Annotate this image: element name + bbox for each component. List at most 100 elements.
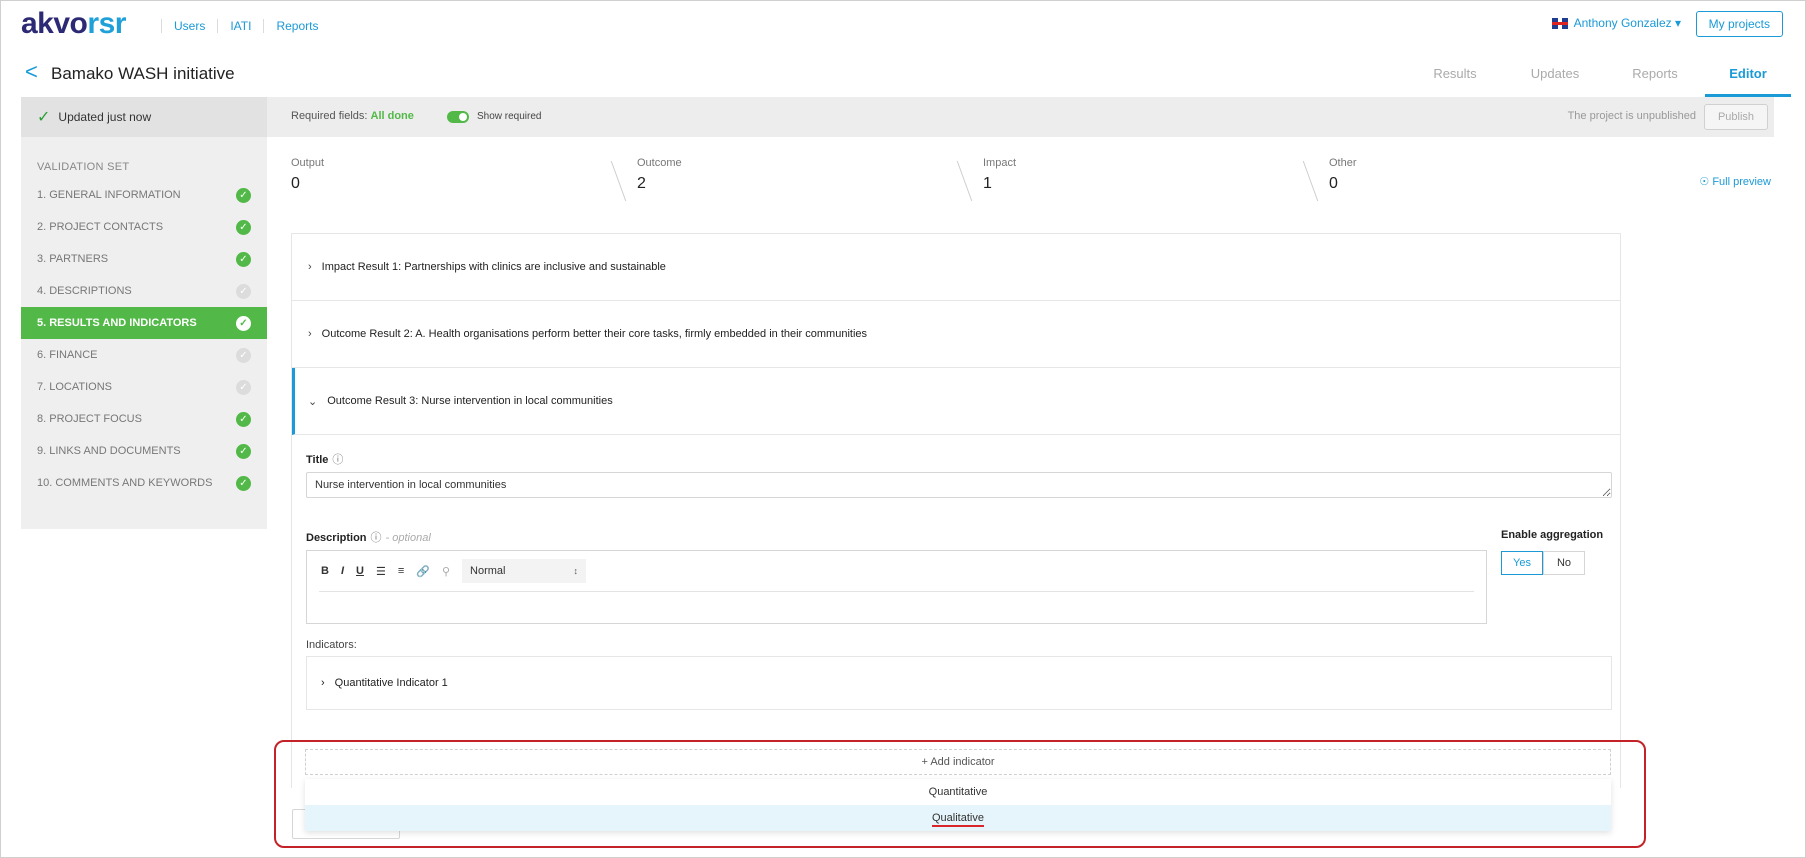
sidebar-item-label: 5. RESULTS AND INDICATORS [37, 317, 197, 329]
underline-icon[interactable]: U [356, 565, 364, 577]
enable-aggregation-label: Enable aggregation [1501, 529, 1604, 541]
menu-item-qualitative[interactable]: Qualitative [305, 805, 1611, 831]
description-label: Description ⓘ - optional [306, 529, 431, 545]
sidebar-item-locations[interactable]: 7. LOCATIONS ✓ [21, 371, 267, 403]
count-output: Output 0 [291, 157, 324, 193]
user-name: Anthony Gonzalez ▾ [1573, 16, 1681, 30]
sidebar-item-label: 2. PROJECT CONTACTS [37, 221, 164, 233]
numbered-list-icon[interactable]: ≡ [398, 565, 404, 577]
indicator-type-menu: Quantitative Qualitative [305, 779, 1611, 831]
title-label-text: Title [306, 454, 329, 466]
menu-item-quantitative[interactable]: Quantitative [305, 779, 1611, 805]
show-required-label: Show required [477, 111, 542, 122]
check-circle-icon: ✓ [236, 476, 251, 491]
count-value: 2 [637, 175, 646, 192]
menu-item-label: Quantitative [928, 786, 988, 798]
tab-updates[interactable]: Updates [1505, 51, 1605, 97]
nav-reports[interactable]: Reports [263, 19, 330, 33]
format-select[interactable]: Normal [462, 559, 587, 583]
top-bar: akvorsr Users IATI Reports Anthony Gonza… [1, 1, 1805, 51]
user-menu[interactable]: Anthony Gonzalez ▾ [1551, 16, 1681, 30]
required-fields: Required fields: All done [291, 110, 414, 122]
editor-divider [319, 591, 1474, 592]
title-field[interactable]: Nurse intervention in local communities [306, 472, 1612, 498]
required-prefix: Required fields: [291, 110, 371, 122]
sidebar-item-finance[interactable]: 6. FINANCE ✓ [21, 339, 267, 371]
indicators-label: Indicators: [306, 639, 357, 651]
show-required-toggle[interactable] [447, 111, 469, 123]
result-label: Outcome Result 2: A. Health organisation… [321, 328, 868, 340]
sidebar-item-project-contacts[interactable]: 2. PROJECT CONTACTS ✓ [21, 211, 267, 243]
sidebar-item-general-information[interactable]: 1. GENERAL INFORMATION ✓ [21, 179, 267, 211]
menu-item-label: Qualitative [932, 812, 984, 827]
indicator-row[interactable]: › Quantitative Indicator 1 [306, 656, 1612, 710]
check-circle-icon: ✓ [236, 188, 251, 203]
nav-users[interactable]: Users [161, 19, 217, 33]
sidebar-item-links-and-documents[interactable]: 9. LINKS AND DOCUMENTS ✓ [21, 435, 267, 467]
result-label: Outcome Result 3: Nurse intervention in … [327, 395, 613, 407]
info-icon[interactable]: ⓘ [332, 454, 343, 466]
description-editor[interactable]: B I U ☰ ≡ 🔗 ⚲ Normal [306, 550, 1487, 624]
check-circle-icon: ✓ [236, 412, 251, 427]
count-other: Other 0 [1329, 157, 1357, 193]
result-row-impact-1[interactable]: › Impact Result 1: Partnerships with clin… [292, 234, 1620, 301]
bullet-list-icon[interactable]: ☰ [376, 565, 386, 578]
sidebar-item-results-and-indicators[interactable]: 5. RESULTS AND INDICATORS ✓ [21, 307, 267, 339]
tab-reports[interactable]: Reports [1605, 51, 1705, 97]
full-preview-link[interactable]: ☉ Full preview [1699, 175, 1771, 188]
akvo-rsr-logo[interactable]: akvorsr [21, 7, 126, 41]
description-label-text: Description [306, 532, 367, 544]
publish-button[interactable]: Publish [1704, 104, 1768, 130]
link-icon[interactable]: 🔗 [416, 565, 430, 578]
logo-akvo: akvo [21, 7, 88, 40]
full-preview-label: Full preview [1712, 176, 1771, 188]
aggregation-toggle: Yes No [1501, 551, 1585, 575]
count-impact: Impact 1 [983, 157, 1016, 193]
bold-icon[interactable]: B [321, 565, 329, 577]
result-row-outcome-2[interactable]: › Outcome Result 2: A. Health organisatio… [292, 301, 1620, 368]
add-indicator-button[interactable]: + Add indicator [305, 749, 1611, 775]
sidebar-item-descriptions[interactable]: 4. DESCRIPTIONS ✓ [21, 275, 267, 307]
tab-results[interactable]: Results [1405, 51, 1505, 97]
unpublished-status: The project is unpublished [1567, 110, 1696, 122]
count-outcome: Outcome 2 [637, 157, 682, 193]
required-value: All done [370, 110, 414, 122]
nav-iati[interactable]: IATI [217, 19, 263, 33]
aggregation-no-button[interactable]: No [1543, 551, 1585, 575]
sidebar-item-partners[interactable]: 3. PARTNERS ✓ [21, 243, 267, 275]
sidebar-item-label: 6. FINANCE [37, 349, 98, 361]
app-window: akvorsr Users IATI Reports Anthony Gonza… [0, 0, 1806, 858]
optional-hint: - optional [385, 532, 431, 544]
chevron-separator-icon [947, 161, 973, 201]
result-label: Impact Result 1: Partnerships with clini… [321, 261, 666, 273]
validation-sidebar: VALIDATION SET 1. GENERAL INFORMATION ✓ 2… [21, 137, 267, 529]
check-circle-icon: ✓ [236, 348, 251, 363]
chevron-right-icon: › [308, 328, 312, 340]
back-chevron-icon[interactable]: < [25, 59, 38, 85]
count-label: Impact [983, 157, 1017, 169]
italic-icon[interactable]: I [341, 565, 344, 577]
project-tabs: Results Updates Reports Editor [1405, 51, 1805, 97]
editor-toolbar: B I U ☰ ≡ 🔗 ⚲ Normal [321, 559, 587, 583]
sidebar-item-label: 10. COMMENTS AND KEYWORDS [37, 477, 213, 489]
sidebar-item-label: 8. PROJECT FOCUS [37, 413, 142, 425]
sidebar-item-project-focus[interactable]: 8. PROJECT FOCUS ✓ [21, 403, 267, 435]
result-row-outcome-3[interactable]: ⌄ Outcome Result 3: Nurse intervention in… [292, 368, 1620, 435]
info-icon[interactable]: ⓘ [371, 532, 382, 544]
count-value: 0 [1329, 175, 1338, 192]
title-label: Title ⓘ [306, 451, 343, 467]
my-projects-button[interactable]: My projects [1695, 11, 1783, 37]
validation-set-heading: VALIDATION SET [37, 161, 130, 173]
aggregation-yes-button[interactable]: Yes [1501, 551, 1543, 575]
sidebar-item-label: 4. DESCRIPTIONS [37, 285, 132, 297]
sidebar-item-label: 3. PARTNERS [37, 253, 109, 265]
sidebar-item-comments-and-keywords[interactable]: 10. COMMENTS AND KEYWORDS ✓ [21, 467, 267, 499]
count-value: 0 [291, 175, 300, 192]
save-status: ✓ Updated just now [21, 97, 267, 137]
tab-editor[interactable]: Editor [1705, 51, 1791, 97]
project-title: Bamako WASH initiative [51, 64, 235, 83]
unlink-icon[interactable]: ⚲ [442, 565, 450, 578]
chevron-right-icon: › [321, 677, 325, 689]
logo-rsr: rsr [87, 7, 126, 40]
project-header: < Bamako WASH initiative Results Updates… [1, 51, 1805, 97]
